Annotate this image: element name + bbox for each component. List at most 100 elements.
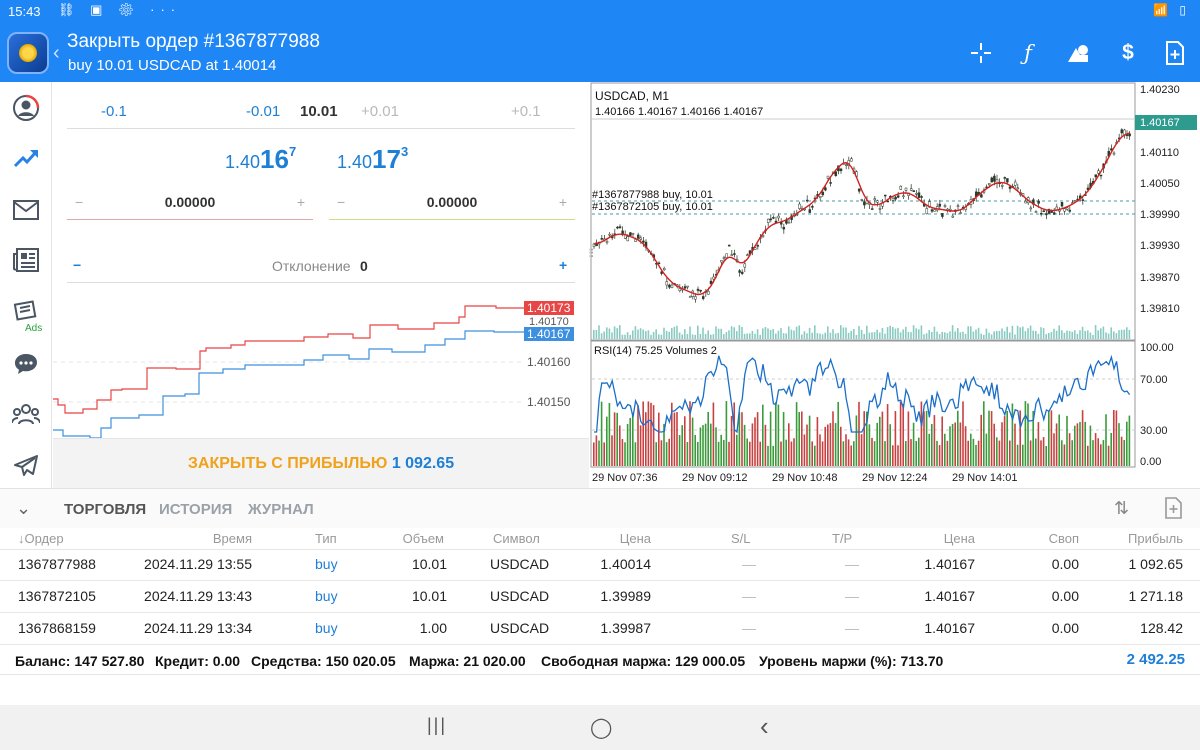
candle-body: [925, 208, 929, 214]
col-order[interactable]: ↓Ордер: [18, 531, 64, 546]
price-chart[interactable]: USDCAD, M1 1.40166 1.40167 1.40166 1.401…: [586, 82, 1200, 488]
candle-body: [642, 240, 645, 243]
home-button[interactable]: ◯: [590, 715, 612, 740]
table-row[interactable]: 1367877988 2024.11.29 13:55 buy 10.01 USDCAD…: [0, 550, 1200, 581]
deviation-field[interactable]: − Отклонение 0 +: [67, 255, 575, 283]
volume-bar: [881, 328, 884, 339]
volume-bar: [850, 330, 852, 339]
close-with-profit-button[interactable]: ЗАКРЫТЬ С ПРИБЫЛЬЮ 1 092.65: [53, 438, 589, 488]
app-header: ‹ Закрыть ордер #1367877988 buy 10.01 US…: [0, 24, 1200, 82]
indicator-volume-bar: [1066, 415, 1068, 466]
volume-bar: [972, 331, 975, 339]
candle-body: [772, 217, 775, 219]
ads-label: Ads: [25, 323, 43, 334]
deviation-value[interactable]: 0: [360, 258, 368, 274]
volume-bar: [593, 329, 595, 339]
candle-body: [896, 195, 900, 198]
volume-bar: [678, 332, 681, 339]
volume-value[interactable]: 10.01: [300, 103, 338, 120]
take-profit-field[interactable]: − 0.00000 +: [329, 194, 575, 220]
candle-body: [1068, 209, 1072, 212]
take-profit-value[interactable]: 0.00000: [329, 194, 575, 210]
mail-icon[interactable]: [8, 192, 44, 228]
telegram-icon[interactable]: [8, 448, 44, 484]
close-button-label: ЗАКРЫТЬ С ПРИБЫЛЬЮ: [187, 455, 388, 472]
stop-loss-field[interactable]: − 0.00000 +: [67, 194, 313, 220]
volume-bar: [1087, 330, 1089, 339]
volume-bar: [626, 332, 629, 339]
objects-icon[interactable]: [1063, 38, 1093, 68]
add-order-icon[interactable]: [1165, 497, 1183, 524]
candle-body: [990, 177, 994, 183]
crosshair-icon[interactable]: [966, 38, 996, 68]
cell-order-id: 1367868159: [18, 620, 96, 636]
deviation-minus-button[interactable]: −: [73, 257, 81, 273]
indicator-volume-bar: [954, 422, 956, 466]
sort-icon[interactable]: ⇅: [1114, 498, 1129, 519]
take-profit-underline: [329, 219, 575, 220]
app-logo[interactable]: [7, 32, 49, 74]
back-button[interactable]: ‹: [760, 711, 769, 742]
volume-bar: [879, 332, 881, 339]
tab-history[interactable]: ИСТОРИЯ: [159, 501, 232, 518]
candle-body: [915, 193, 918, 195]
indicator-volume-bar: [616, 412, 618, 466]
new-order-icon[interactable]: [1160, 38, 1190, 68]
recent-apps-button[interactable]: |||: [427, 715, 447, 736]
indicator-volume-bar: [658, 412, 660, 466]
indicator-volume-bar: [691, 417, 694, 466]
trade-icon[interactable]: [8, 140, 44, 176]
dollar-sign-icon[interactable]: $: [1113, 38, 1143, 68]
candle-body: [746, 254, 749, 256]
take-profit-plus-button[interactable]: +: [559, 194, 567, 210]
cell-open-price: 1.39989: [600, 588, 651, 604]
news-icon[interactable]: [8, 242, 44, 278]
indicator-volume-bar: [816, 417, 819, 466]
panel-splitter-icon[interactable]: ⠿: [586, 247, 595, 261]
candle-body: [873, 198, 877, 201]
table-row[interactable]: 1367872105 2024.11.29 13:43 buy 10.01 USDCAD…: [0, 582, 1200, 613]
price-scale-6: 1.39870: [1140, 272, 1180, 284]
volume-bar: [611, 332, 613, 339]
volume-bar: [949, 331, 951, 339]
volume-bar: [1081, 326, 1084, 339]
indicator-volume-bar: [780, 441, 782, 466]
indicator-volume-bar: [600, 401, 603, 466]
volume-plus-0.1-button[interactable]: +0.1: [511, 103, 541, 120]
candle-body: [883, 194, 887, 197]
volume-bar: [840, 325, 842, 339]
candle-body: [808, 209, 812, 213]
tab-trade[interactable]: ТОРГОВЛЯ: [64, 501, 146, 518]
candle-body: [720, 260, 723, 263]
indicator-volume-bar: [972, 438, 975, 466]
back-icon[interactable]: ‹: [53, 42, 60, 65]
volume-bar: [821, 334, 824, 339]
indicator-volume-bar: [1045, 445, 1047, 466]
volume-minus-0.01-button[interactable]: -0.01: [246, 103, 280, 120]
table-row[interactable]: 1367868159 2024.11.29 13:34 buy 1.00 USDCAD 1…: [0, 614, 1200, 645]
community-icon[interactable]: [8, 396, 44, 432]
volume-bar: [858, 326, 860, 339]
stop-loss-plus-button[interactable]: +: [297, 194, 305, 210]
col-symbol: Символ: [493, 531, 540, 546]
account-icon[interactable]: [8, 90, 44, 126]
stop-loss-value[interactable]: 0.00000: [67, 194, 313, 210]
indicator-volume-bar: [925, 410, 928, 466]
chat-icon[interactable]: [8, 346, 44, 382]
volume-minus-0.1-button[interactable]: -0.1: [101, 103, 127, 120]
candle-body: [904, 187, 908, 191]
tab-journal[interactable]: ЖУРНАЛ: [248, 501, 314, 518]
indicator-volume-bar: [964, 426, 967, 466]
volume-bar: [1115, 333, 1118, 339]
volume-bar: [801, 334, 803, 339]
volume-plus-0.01-button[interactable]: +0.01: [361, 103, 399, 120]
collapse-icon[interactable]: ⌄: [16, 498, 31, 519]
cell-order-id: 1367872105: [18, 588, 96, 604]
volume-bar: [655, 329, 657, 339]
indicator-volume-bar: [613, 412, 616, 466]
candle-body: [1006, 178, 1009, 183]
indicator-volume-bar: [1035, 438, 1037, 466]
deviation-plus-button[interactable]: +: [559, 257, 567, 273]
candle-body: [605, 240, 609, 243]
function-icon[interactable]: ƒ: [1013, 38, 1043, 68]
